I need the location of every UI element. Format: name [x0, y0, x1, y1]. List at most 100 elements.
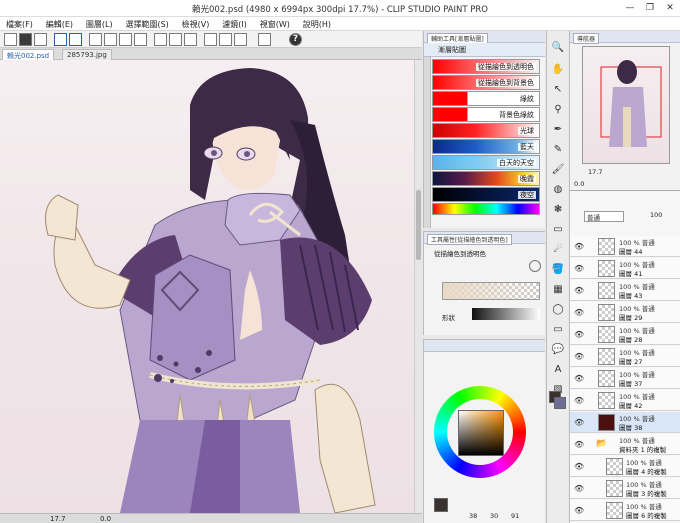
layer-row[interactable]: 👁 100 % 普通 圖層 37	[570, 368, 680, 389]
eyedropper-icon[interactable]: ⚲	[551, 103, 565, 117]
gradient-item[interactable]: 光球	[432, 123, 540, 138]
save-icon[interactable]	[34, 33, 47, 46]
sub-color-icon[interactable]	[554, 397, 566, 409]
menu-edit[interactable]: 編輯(E)	[40, 17, 77, 30]
navigator-tab[interactable]: 導航器	[573, 33, 600, 44]
minimize-button[interactable]: —	[620, 1, 640, 15]
layer-row[interactable]: 👁 100 % 普通 圖層 42	[570, 390, 680, 411]
main-color-swatch[interactable]	[434, 498, 448, 512]
airbrush-icon[interactable]: ◍	[551, 183, 565, 197]
layer-row[interactable]: 👁 100 % 普通 圖層 3 的複製	[570, 478, 680, 499]
gradient-item[interactable]: 晚霞	[432, 171, 540, 186]
perspective-ruler-icon[interactable]	[219, 33, 232, 46]
clear-outside-icon[interactable]	[184, 33, 197, 46]
menu-filter[interactable]: 濾鏡(I)	[216, 17, 251, 30]
balloon-icon[interactable]: 💬	[551, 343, 565, 357]
blend-icon[interactable]: ☄	[551, 243, 565, 257]
layer-row[interactable]: 👁 100 % 普通 圖層 43	[570, 280, 680, 301]
eye-icon[interactable]: 👁	[574, 374, 584, 383]
menu-window[interactable]: 視窗(W)	[254, 17, 294, 30]
decoration-icon[interactable]: ❃	[551, 203, 565, 217]
zoom-icon[interactable]: 🔍	[551, 41, 565, 55]
layer-row[interactable]: 👁 100 % 普通 圖層 4 的複製	[570, 456, 680, 477]
pencil-icon[interactable]: ✎	[551, 143, 565, 157]
canvas-scrollbar[interactable]	[414, 60, 422, 513]
layer-row[interactable]: 👁 100 % 普通 圖層 6 的複製	[570, 500, 680, 521]
layer-row[interactable]: 👁 100 % 普通 圖層 29	[570, 302, 680, 323]
gradient-tool-icon[interactable]: ▦	[551, 283, 565, 297]
navigator-preview[interactable]	[582, 46, 670, 164]
help-icon[interactable]: ?	[289, 33, 302, 46]
open-file-icon[interactable]	[19, 33, 32, 46]
layer-row[interactable]: 👁 100 % 普通 圖層 44	[570, 236, 680, 257]
eye-icon[interactable]: 👁	[574, 440, 584, 449]
close-button[interactable]: ✕	[660, 1, 680, 15]
gradient-item[interactable]: 藍天	[432, 139, 540, 154]
gradient-label: 背景色綠紋	[497, 111, 536, 119]
gradient-item[interactable]: 從描繪色到透明色	[432, 59, 540, 74]
frame-icon[interactable]: ▭	[551, 323, 565, 337]
eye-icon[interactable]: 👁	[574, 308, 584, 317]
undo-icon[interactable]	[54, 33, 67, 46]
snap-icon[interactable]	[234, 33, 247, 46]
eye-icon[interactable]: 👁	[574, 396, 584, 405]
eye-icon[interactable]: 👁	[574, 484, 584, 493]
menu-layer[interactable]: 圖層(L)	[80, 17, 117, 30]
pen-icon[interactable]: ✒	[551, 123, 565, 137]
blend-mode-select[interactable]: 普通	[584, 211, 624, 222]
shape-options[interactable]	[472, 308, 540, 320]
new-file-icon[interactable]	[4, 33, 17, 46]
saturation-value-square[interactable]	[458, 410, 504, 456]
layer-row[interactable]: 👁 100 % 普通 圖層 28	[570, 324, 680, 345]
gradient-item[interactable]: 白天的天空	[432, 155, 540, 170]
search-icon[interactable]	[529, 260, 541, 272]
eraser-icon[interactable]: ▭	[551, 223, 565, 237]
clear-icon[interactable]	[169, 33, 182, 46]
brush-icon[interactable]: 🖌	[551, 163, 565, 177]
sub-tool-group[interactable]: 漸層貼圖	[424, 43, 545, 57]
deselect-icon[interactable]	[89, 33, 102, 46]
opacity-value[interactable]: 100	[650, 211, 662, 219]
menu-view[interactable]: 檢視(V)	[176, 17, 214, 30]
menu-file[interactable]: 檔案(F)	[0, 17, 37, 30]
eye-icon[interactable]: 👁	[574, 462, 584, 471]
gradient-item[interactable]: 夜空	[432, 187, 540, 202]
maximize-button[interactable]: ❐	[640, 1, 660, 15]
eye-icon[interactable]: 👁	[574, 330, 584, 339]
layer-row[interactable]: 👁 100 % 普通 圖層 38	[570, 412, 680, 433]
gradient-item[interactable]: 背景色綠紋	[432, 107, 540, 122]
document-tabs: 賴光002.psd 285793.jpg	[0, 48, 422, 60]
eye-icon[interactable]: 👁	[574, 242, 584, 251]
canvas[interactable]	[0, 60, 414, 513]
gradient-preview[interactable]	[442, 282, 540, 300]
figure-icon[interactable]: ◯	[551, 303, 565, 317]
gradient-item[interactable]: 從描繪色到背景色	[432, 75, 540, 90]
folder-row[interactable]: 👁 📂 100 % 普通 資料夾 1 的複製	[570, 434, 680, 455]
menu-help[interactable]: 說明(H)	[297, 17, 335, 30]
eye-icon[interactable]: 👁	[574, 506, 584, 515]
crop-icon[interactable]	[119, 33, 132, 46]
layer-row[interactable]: 👁 100 % 普通 圖層 27	[570, 346, 680, 367]
move-icon[interactable]: ✋	[551, 63, 565, 77]
eye-icon[interactable]: 👁	[574, 264, 584, 273]
operation-icon[interactable]: ↖	[551, 83, 565, 97]
redo-icon[interactable]	[69, 33, 82, 46]
tool-property-tab[interactable]: 工具屬性[從描繪色到透明色]	[427, 234, 512, 245]
menu-select[interactable]: 選擇範圍(S)	[119, 17, 172, 30]
ruler-icon[interactable]	[204, 33, 217, 46]
settings-icon[interactable]	[258, 33, 271, 46]
eye-icon[interactable]: 👁	[574, 352, 584, 361]
text-icon[interactable]: A	[551, 363, 565, 377]
fill-bucket-icon[interactable]: 🪣	[551, 263, 565, 277]
transform-icon[interactable]	[134, 33, 147, 46]
eye-icon[interactable]: 👁	[574, 418, 584, 427]
color-panel-header	[424, 340, 545, 352]
tab-document-2[interactable]: 285793.jpg	[62, 49, 112, 60]
eye-icon[interactable]: 👁	[574, 286, 584, 295]
tab-document-1[interactable]: 賴光002.psd	[2, 49, 55, 60]
invert-selection-icon[interactable]	[104, 33, 117, 46]
layer-row[interactable]: 👁 100 % 普通 圖層 41	[570, 258, 680, 279]
fill-icon[interactable]	[154, 33, 167, 46]
gradient-item-rainbow[interactable]	[432, 203, 540, 215]
gradient-item[interactable]: 綠紋	[432, 91, 540, 106]
